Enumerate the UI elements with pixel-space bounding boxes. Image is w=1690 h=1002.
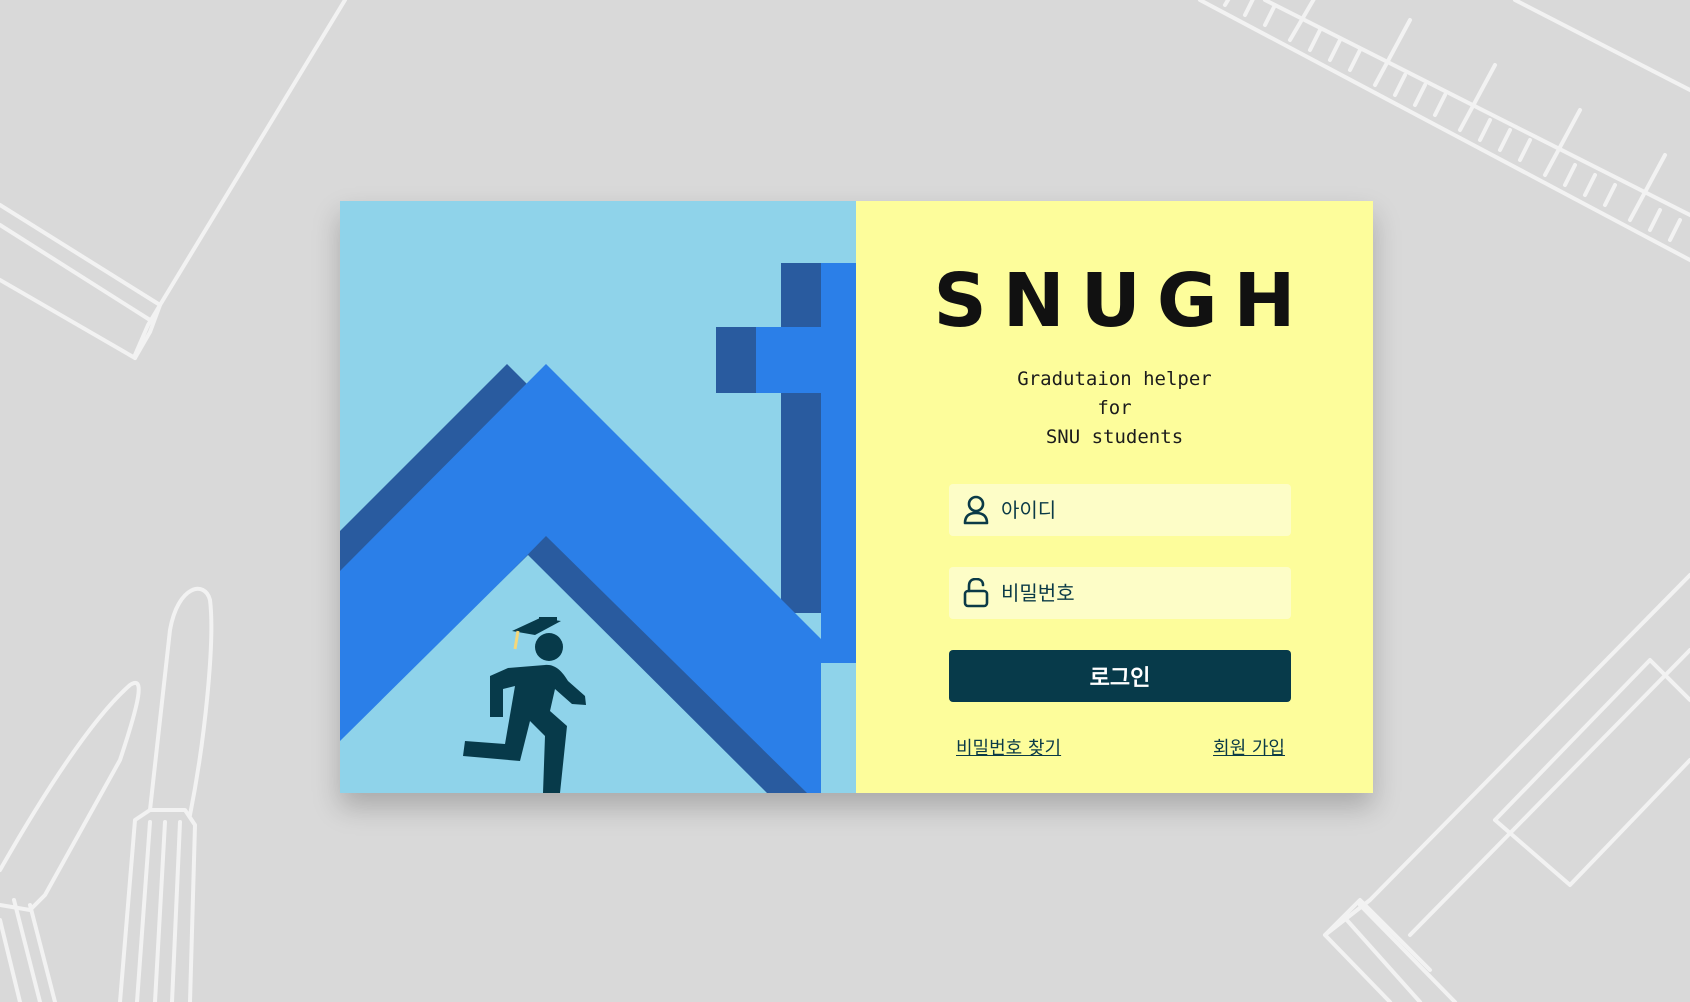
id-field[interactable] <box>949 484 1291 536</box>
login-form-panel: SNUGH Gradutaion helper for SNU students <box>856 201 1373 793</box>
signup-link[interactable]: 회원 가입 <box>1213 734 1285 760</box>
illustration-panel <box>340 201 856 793</box>
login-button[interactable]: 로그인 <box>949 650 1291 702</box>
user-icon <box>963 495 989 525</box>
lock-icon <box>963 578 989 608</box>
tagline-line: Gradutaion helper <box>1017 368 1212 390</box>
password-input[interactable] <box>1001 573 1271 613</box>
house-illustration <box>340 263 856 793</box>
find-password-link[interactable]: 비밀번호 찾기 <box>956 734 1061 760</box>
brand-title: SNUGH <box>933 258 1312 344</box>
tagline-line: for <box>1097 397 1132 419</box>
password-field[interactable] <box>949 567 1291 619</box>
tagline: Gradutaion helper for SNU students <box>856 365 1373 452</box>
id-input[interactable] <box>1001 490 1271 530</box>
tagline-line: SNU students <box>1045 426 1184 448</box>
login-card: SNUGH Gradutaion helper for SNU students <box>340 201 1373 793</box>
